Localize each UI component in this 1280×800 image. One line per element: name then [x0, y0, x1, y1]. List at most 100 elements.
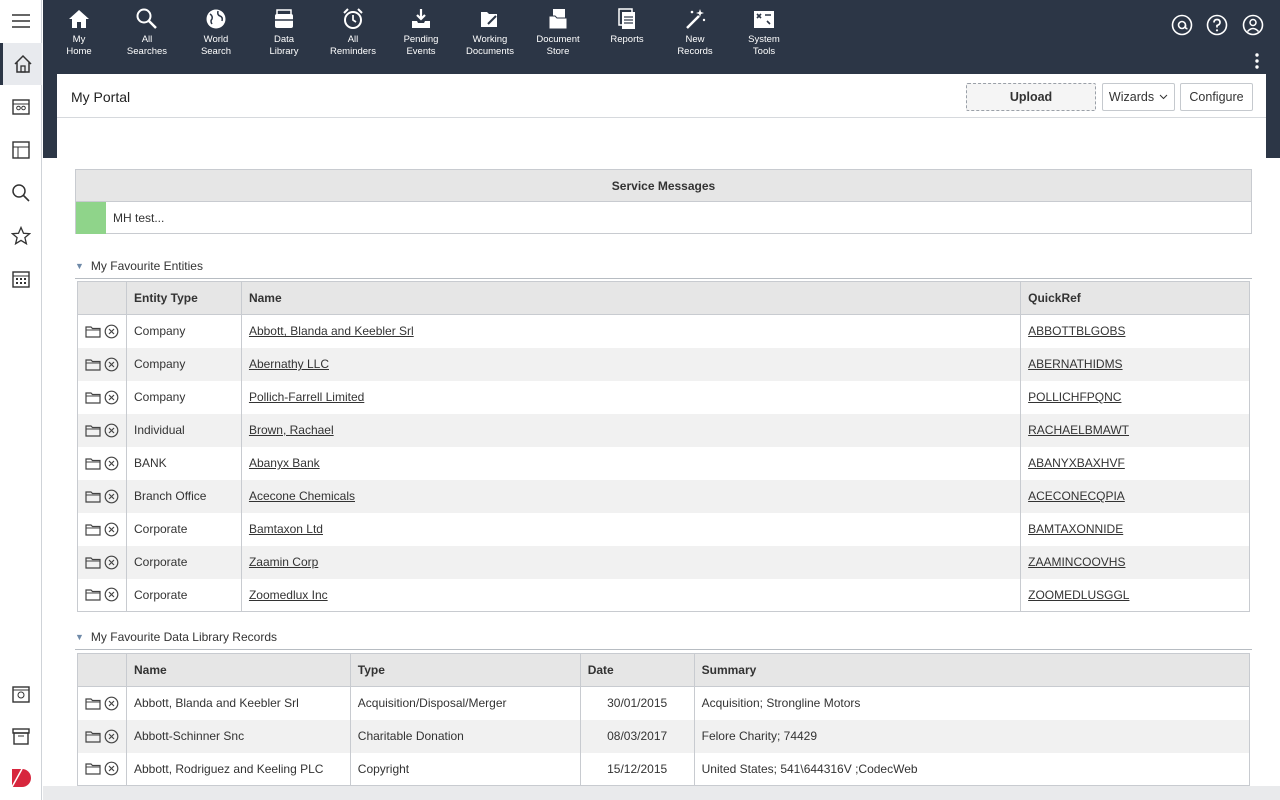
quickref-link[interactable]: ACECONECQPIA	[1028, 489, 1125, 503]
remove-favourite-icon[interactable]	[104, 489, 119, 504]
favourite-entities-toggle[interactable]: ▼ My Favourite Entities	[75, 259, 203, 273]
nav-working-documents[interactable]: Working Documents	[456, 8, 524, 68]
nav-all-reminders[interactable]: All Reminders	[319, 8, 387, 68]
open-folder-icon[interactable]	[85, 424, 101, 437]
rail-settings-box-icon[interactable]	[0, 673, 42, 715]
quickref-link[interactable]: ZOOMEDLUSGGL	[1028, 588, 1129, 602]
at-sign-icon[interactable]	[1169, 12, 1195, 38]
entity-name-link[interactable]: Zaamin Corp	[249, 555, 318, 569]
open-folder-icon[interactable]	[85, 358, 101, 371]
open-folder-icon[interactable]	[85, 523, 101, 536]
nav-pending-events[interactable]: Pending Events	[387, 8, 455, 68]
remove-favourite-icon[interactable]	[104, 390, 119, 405]
remove-favourite-icon[interactable]	[104, 456, 119, 471]
quickref-link[interactable]: RACHAELBMAWT	[1028, 423, 1129, 437]
table-row[interactable]: Abbott-Schinner Snc Charitable Donation 08…	[77, 719, 1251, 753]
nav-my-home[interactable]: My Home	[45, 8, 113, 68]
column-header[interactable]: Date	[579, 653, 695, 687]
nav-label: All Reminders	[330, 34, 376, 57]
entity-name-link[interactable]: Zoomedlux Inc	[249, 588, 328, 602]
help-icon[interactable]	[1204, 12, 1230, 38]
column-header[interactable]: QuickRef	[1020, 281, 1250, 315]
record-name-cell: Abbott, Rodriguez and Keeling PLC	[126, 752, 351, 786]
remove-favourite-icon[interactable]	[104, 761, 119, 776]
nav-world-search[interactable]: World Search	[182, 8, 250, 68]
table-row[interactable]: Abbott, Blanda and Keebler Srl Acquisitio…	[77, 686, 1251, 720]
remove-favourite-icon[interactable]	[104, 423, 119, 438]
open-folder-icon[interactable]	[85, 556, 101, 569]
rail-contacts-icon[interactable]	[0, 86, 42, 128]
column-header[interactable]: Type	[349, 653, 581, 687]
quickref-link[interactable]: BAMTAXONNIDE	[1028, 522, 1123, 536]
column-header[interactable]: Entity Type	[126, 281, 242, 315]
remove-favourite-icon[interactable]	[104, 587, 119, 602]
open-folder-icon[interactable]	[85, 762, 101, 775]
table-row[interactable]: Company Abernathy LLC ABERNATHIDMS	[77, 347, 1250, 381]
rail-star-icon[interactable]	[0, 215, 42, 257]
remove-favourite-icon[interactable]	[104, 522, 119, 537]
upload-button[interactable]: Upload	[966, 83, 1096, 111]
entity-name-cell: Abernathy LLC	[240, 347, 1022, 381]
nav-document-store[interactable]: Document Store	[524, 8, 592, 68]
table-row[interactable]: Company Abbott, Blanda and Keebler Srl ABB…	[77, 314, 1250, 348]
column-header[interactable]: Name	[126, 653, 351, 687]
nav-data-library[interactable]: Data Library	[250, 8, 318, 68]
user-account-icon[interactable]	[1240, 12, 1266, 38]
table-row[interactable]: Corporate Bamtaxon Ltd BAMTAXONNIDE	[77, 512, 1250, 546]
entity-name-link[interactable]: Abbott, Blanda and Keebler Srl	[249, 324, 414, 338]
quickref-link[interactable]: ABBOTTBLGOBS	[1028, 324, 1125, 338]
remove-favourite-icon[interactable]	[104, 357, 119, 372]
more-options-icon[interactable]	[1252, 52, 1262, 70]
table-row[interactable]: Individual Brown, Rachael RACHAELBMAWT	[77, 413, 1250, 447]
table-row[interactable]: Corporate Zoomedlux Inc ZOOMEDLUSGGL	[77, 578, 1250, 612]
open-folder-icon[interactable]	[85, 490, 101, 503]
table-row[interactable]: Branch Office Acecone Chemicals ACECONECQP…	[77, 479, 1250, 513]
nav-all-searches[interactable]: All Searches	[113, 8, 181, 68]
quickref-link[interactable]: ZAAMINCOOVHS	[1028, 555, 1125, 569]
hamburger-menu-icon[interactable]	[0, 0, 42, 42]
nav-new-records[interactable]: New Records	[661, 8, 729, 68]
configure-button[interactable]: Configure	[1180, 83, 1253, 111]
rail-layout-icon[interactable]	[0, 129, 42, 171]
rail-search-icon[interactable]	[0, 172, 42, 214]
service-message-row[interactable]: MH test...	[76, 202, 1251, 234]
entity-name-link[interactable]: Abernathy LLC	[249, 357, 329, 371]
section-title: My Favourite Data Library Records	[90, 630, 277, 644]
row-actions	[77, 347, 127, 381]
remove-favourite-icon[interactable]	[104, 729, 119, 744]
column-header[interactable]: Summary	[693, 653, 1251, 687]
rail-archive-icon[interactable]	[0, 715, 42, 757]
entity-name-link[interactable]: Acecone Chemicals	[249, 489, 355, 503]
column-header[interactable]: Name	[240, 281, 1022, 315]
favourite-library-toggle[interactable]: ▼ My Favourite Data Library Records	[75, 630, 277, 644]
nav-system-tools[interactable]: System Tools	[730, 8, 798, 68]
wizards-dropdown[interactable]: Wizards	[1102, 83, 1175, 111]
rail-calendar-icon[interactable]	[0, 258, 42, 300]
record-type-cell: Copyright	[349, 752, 581, 786]
table-row[interactable]: Corporate Zaamin Corp ZAAMINCOOVHS	[77, 545, 1250, 579]
entity-name-cell: Abbott, Blanda and Keebler Srl	[240, 314, 1022, 348]
table-row[interactable]: Company Pollich-Farrell Limited POLLICHFPQ…	[77, 380, 1250, 414]
search-icon	[136, 8, 157, 29]
entity-name-link[interactable]: Bamtaxon Ltd	[249, 522, 323, 536]
entity-name-link[interactable]: Brown, Rachael	[249, 423, 334, 437]
nav-reports[interactable]: Reports	[593, 8, 661, 68]
open-folder-icon[interactable]	[85, 391, 101, 404]
open-folder-icon[interactable]	[85, 730, 101, 743]
table-row[interactable]: Abbott, Rodriguez and Keeling PLC Copyrig…	[77, 752, 1251, 786]
entity-name-cell: Abanyx Bank	[240, 446, 1022, 480]
remove-favourite-icon[interactable]	[104, 696, 119, 711]
remove-favourite-icon[interactable]	[104, 555, 119, 570]
rail-home-icon[interactable]	[0, 43, 42, 85]
entity-name-link[interactable]: Pollich-Farrell Limited	[249, 390, 364, 404]
remove-favourite-icon[interactable]	[104, 324, 119, 339]
entity-name-link[interactable]: Abanyx Bank	[249, 456, 320, 470]
quickref-link[interactable]: ABERNATHIDMS	[1028, 357, 1122, 371]
open-folder-icon[interactable]	[85, 697, 101, 710]
open-folder-icon[interactable]	[85, 325, 101, 338]
table-row[interactable]: BANK Abanyx Bank ABANYXBAXHVF	[77, 446, 1250, 480]
quickref-link[interactable]: ABANYXBAXHVF	[1028, 456, 1125, 470]
quickref-link[interactable]: POLLICHFPQNC	[1028, 390, 1121, 404]
open-folder-icon[interactable]	[85, 588, 101, 601]
open-folder-icon[interactable]	[85, 457, 101, 470]
